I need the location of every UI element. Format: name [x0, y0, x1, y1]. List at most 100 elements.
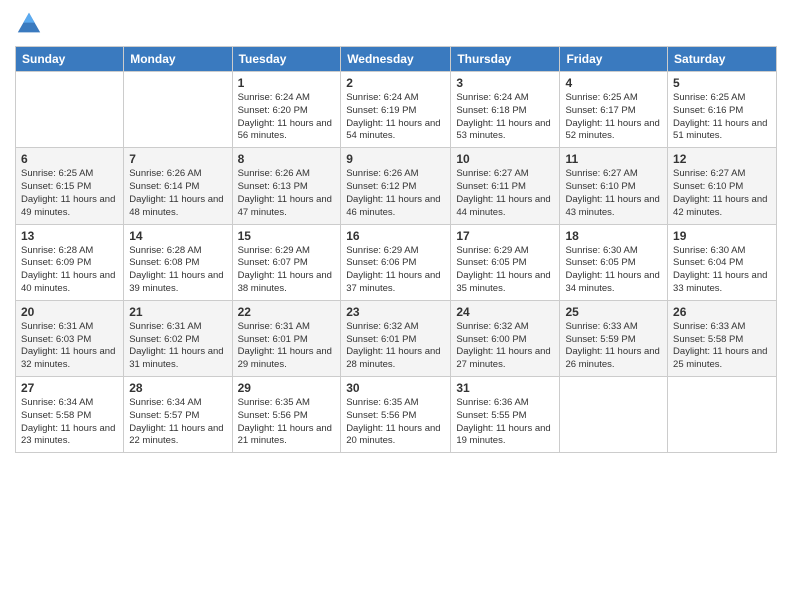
calendar-cell: 2 Sunrise: 6:24 AM Sunset: 6:19 PM Daylig… [341, 72, 451, 148]
day-info: Sunrise: 6:36 AM Sunset: 5:55 PM Dayligh… [456, 397, 554, 448]
day-number: 25 [565, 305, 662, 319]
day-number: 15 [238, 229, 336, 243]
day-number: 11 [565, 152, 662, 166]
calendar-week-row: 27 Sunrise: 6:34 AM Sunset: 5:58 PM Dayli… [16, 377, 777, 453]
day-number: 6 [21, 152, 118, 166]
day-number: 8 [238, 152, 336, 166]
calendar-cell [124, 72, 232, 148]
day-number: 22 [238, 305, 336, 319]
calendar-cell: 16 Sunrise: 6:29 AM Sunset: 6:06 PM Dayli… [341, 224, 451, 300]
calendar-table: SundayMondayTuesdayWednesdayThursdayFrid… [15, 46, 777, 453]
day-info: Sunrise: 6:29 AM Sunset: 6:05 PM Dayligh… [456, 245, 554, 296]
calendar-cell: 15 Sunrise: 6:29 AM Sunset: 6:07 PM Dayli… [232, 224, 341, 300]
day-info: Sunrise: 6:27 AM Sunset: 6:11 PM Dayligh… [456, 168, 554, 219]
day-number: 29 [238, 381, 336, 395]
day-number: 16 [346, 229, 445, 243]
logo-icon [15, 10, 43, 38]
calendar-cell: 14Sunrise: 6:28 AM Sunset: 6:08 PM Dayli… [124, 224, 232, 300]
day-info: Sunrise: 6:33 AM Sunset: 5:59 PM Dayligh… [565, 321, 662, 372]
calendar-week-row: 6 Sunrise: 6:25 AM Sunset: 6:15 PM Daylig… [16, 148, 777, 224]
day-info: Sunrise: 6:34 AM Sunset: 5:57 PM Dayligh… [129, 397, 226, 448]
logo [15, 10, 47, 38]
day-info: Sunrise: 6:31 AM Sunset: 6:02 PM Dayligh… [129, 321, 226, 372]
calendar-cell: 7 Sunrise: 6:26 AM Sunset: 6:14 PM Daylig… [124, 148, 232, 224]
day-number: 26 [673, 305, 771, 319]
calendar-cell: 9 Sunrise: 6:26 AM Sunset: 6:12 PM Daylig… [341, 148, 451, 224]
day-number: 4 [565, 76, 662, 90]
day-info: Sunrise: 6:27 AM Sunset: 6:10 PM Dayligh… [565, 168, 662, 219]
calendar-cell: 8 Sunrise: 6:26 AM Sunset: 6:13 PM Daylig… [232, 148, 341, 224]
calendar-cell: 19Sunrise: 6:30 AM Sunset: 6:04 PM Dayli… [668, 224, 777, 300]
day-number: 14 [129, 229, 226, 243]
calendar-cell [668, 377, 777, 453]
day-info: Sunrise: 6:34 AM Sunset: 5:58 PM Dayligh… [21, 397, 118, 448]
day-info: Sunrise: 6:26 AM Sunset: 6:12 PM Dayligh… [346, 168, 445, 219]
header [15, 10, 777, 38]
calendar-cell: 17 Sunrise: 6:29 AM Sunset: 6:05 PM Dayli… [451, 224, 560, 300]
day-info: Sunrise: 6:26 AM Sunset: 6:14 PM Dayligh… [129, 168, 226, 219]
calendar-cell: 11 Sunrise: 6:27 AM Sunset: 6:10 PM Dayli… [560, 148, 668, 224]
calendar-cell: 27 Sunrise: 6:34 AM Sunset: 5:58 PM Dayli… [16, 377, 124, 453]
day-number: 17 [456, 229, 554, 243]
calendar-cell: 26 Sunrise: 6:33 AM Sunset: 5:58 PM Dayli… [668, 300, 777, 376]
day-number: 24 [456, 305, 554, 319]
weekday-header: Monday [124, 47, 232, 72]
calendar-cell [16, 72, 124, 148]
day-number: 31 [456, 381, 554, 395]
calendar-cell: 25 Sunrise: 6:33 AM Sunset: 5:59 PM Dayli… [560, 300, 668, 376]
day-number: 20 [21, 305, 118, 319]
calendar-cell [560, 377, 668, 453]
day-info: Sunrise: 6:24 AM Sunset: 6:18 PM Dayligh… [456, 92, 554, 143]
day-number: 3 [456, 76, 554, 90]
day-number: 5 [673, 76, 771, 90]
day-number: 27 [21, 381, 118, 395]
day-number: 10 [456, 152, 554, 166]
day-info: Sunrise: 6:28 AM Sunset: 6:09 PM Dayligh… [21, 245, 118, 296]
day-number: 21 [129, 305, 226, 319]
day-number: 2 [346, 76, 445, 90]
day-info: Sunrise: 6:25 AM Sunset: 6:17 PM Dayligh… [565, 92, 662, 143]
day-number: 12 [673, 152, 771, 166]
day-info: Sunrise: 6:31 AM Sunset: 6:03 PM Dayligh… [21, 321, 118, 372]
calendar-cell: 3 Sunrise: 6:24 AM Sunset: 6:18 PM Daylig… [451, 72, 560, 148]
page: SundayMondayTuesdayWednesdayThursdayFrid… [0, 0, 792, 612]
calendar-week-row: 1Sunrise: 6:24 AM Sunset: 6:20 PM Daylig… [16, 72, 777, 148]
weekday-header: Sunday [16, 47, 124, 72]
calendar-cell: 10 Sunrise: 6:27 AM Sunset: 6:11 PM Dayli… [451, 148, 560, 224]
calendar-cell: 22 Sunrise: 6:31 AM Sunset: 6:01 PM Dayli… [232, 300, 341, 376]
calendar-cell: 21 Sunrise: 6:31 AM Sunset: 6:02 PM Dayli… [124, 300, 232, 376]
weekday-header: Friday [560, 47, 668, 72]
day-info: Sunrise: 6:27 AM Sunset: 6:10 PM Dayligh… [673, 168, 771, 219]
day-info: Sunrise: 6:33 AM Sunset: 5:58 PM Dayligh… [673, 321, 771, 372]
day-info: Sunrise: 6:25 AM Sunset: 6:16 PM Dayligh… [673, 92, 771, 143]
day-number: 9 [346, 152, 445, 166]
day-info: Sunrise: 6:35 AM Sunset: 5:56 PM Dayligh… [346, 397, 445, 448]
day-info: Sunrise: 6:29 AM Sunset: 6:07 PM Dayligh… [238, 245, 336, 296]
calendar-cell: 13 Sunrise: 6:28 AM Sunset: 6:09 PM Dayli… [16, 224, 124, 300]
calendar-cell: 31 Sunrise: 6:36 AM Sunset: 5:55 PM Dayli… [451, 377, 560, 453]
day-info: Sunrise: 6:32 AM Sunset: 6:00 PM Dayligh… [456, 321, 554, 372]
weekday-header: Thursday [451, 47, 560, 72]
day-number: 7 [129, 152, 226, 166]
day-number: 13 [21, 229, 118, 243]
calendar-cell: 29 Sunrise: 6:35 AM Sunset: 5:56 PM Dayli… [232, 377, 341, 453]
calendar-header-row: SundayMondayTuesdayWednesdayThursdayFrid… [16, 47, 777, 72]
day-info: Sunrise: 6:35 AM Sunset: 5:56 PM Dayligh… [238, 397, 336, 448]
day-info: Sunrise: 6:25 AM Sunset: 6:15 PM Dayligh… [21, 168, 118, 219]
day-info: Sunrise: 6:32 AM Sunset: 6:01 PM Dayligh… [346, 321, 445, 372]
weekday-header: Wednesday [341, 47, 451, 72]
calendar-cell: 20 Sunrise: 6:31 AM Sunset: 6:03 PM Dayli… [16, 300, 124, 376]
day-number: 19 [673, 229, 771, 243]
calendar-cell: 28Sunrise: 6:34 AM Sunset: 5:57 PM Dayli… [124, 377, 232, 453]
calendar-cell: 12 Sunrise: 6:27 AM Sunset: 6:10 PM Dayli… [668, 148, 777, 224]
day-info: Sunrise: 6:24 AM Sunset: 6:19 PM Dayligh… [346, 92, 445, 143]
day-number: 30 [346, 381, 445, 395]
calendar-cell: 23Sunrise: 6:32 AM Sunset: 6:01 PM Dayli… [341, 300, 451, 376]
calendar-week-row: 20 Sunrise: 6:31 AM Sunset: 6:03 PM Dayli… [16, 300, 777, 376]
calendar-cell: 5 Sunrise: 6:25 AM Sunset: 6:16 PM Daylig… [668, 72, 777, 148]
day-info: Sunrise: 6:26 AM Sunset: 6:13 PM Dayligh… [238, 168, 336, 219]
day-info: Sunrise: 6:31 AM Sunset: 6:01 PM Dayligh… [238, 321, 336, 372]
day-info: Sunrise: 6:29 AM Sunset: 6:06 PM Dayligh… [346, 245, 445, 296]
day-number: 1 [238, 76, 336, 90]
calendar-cell: 24 Sunrise: 6:32 AM Sunset: 6:00 PM Dayli… [451, 300, 560, 376]
